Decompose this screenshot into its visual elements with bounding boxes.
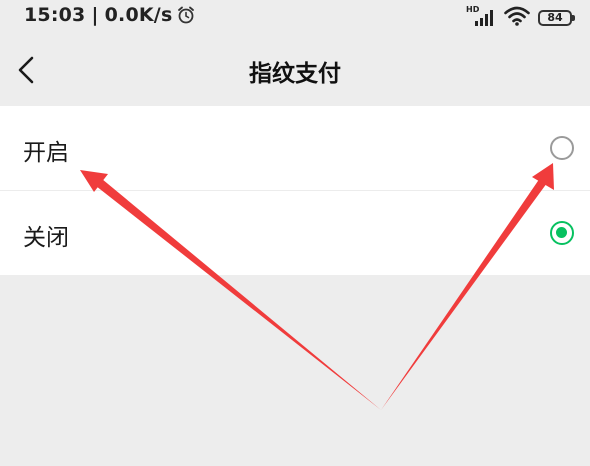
options-list: 开启 关闭 xyxy=(0,106,590,275)
nav-bar: 指纹支付 xyxy=(0,34,590,106)
status-separator: | xyxy=(91,4,99,26)
option-disable-label: 关闭 xyxy=(23,225,69,251)
wifi-icon xyxy=(504,6,530,30)
alarm-clock-icon xyxy=(176,5,196,25)
status-time: 15:03 xyxy=(24,4,86,26)
network-speed: 0.0K/s xyxy=(104,4,173,26)
status-right: HD 84 xyxy=(466,5,575,30)
status-left: 15:03 | 0.0K/s xyxy=(24,4,196,26)
battery-indicator: 84 xyxy=(538,10,575,26)
option-enable-label: 开启 xyxy=(23,140,69,166)
option-enable[interactable]: 开启 xyxy=(0,106,590,190)
page-title: 指纹支付 xyxy=(249,61,341,87)
option-disable[interactable]: 关闭 xyxy=(0,190,590,275)
status-bar: 15:03 | 0.0K/s HD 84 xyxy=(0,0,590,34)
option-enable-radio[interactable] xyxy=(550,136,574,160)
option-disable-radio[interactable] xyxy=(550,221,574,245)
cellular-signal-icon: HD xyxy=(466,5,496,28)
